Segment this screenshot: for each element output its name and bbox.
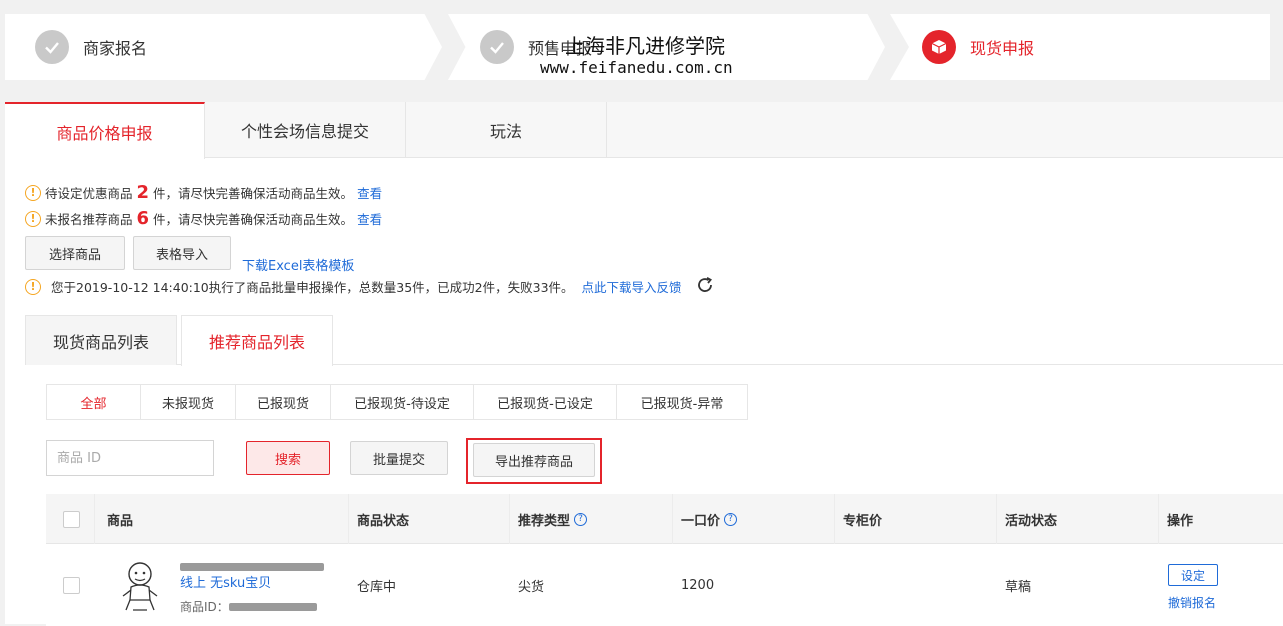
redacted-title xyxy=(180,562,324,571)
product-id-label: 商品ID： xyxy=(180,600,229,614)
tab-recommended-list[interactable]: 推荐商品列表 xyxy=(181,315,333,366)
select-all-checkbox[interactable] xyxy=(63,494,80,544)
list-tabs: 现货商品列表 推荐商品列表 xyxy=(25,315,1283,366)
search-button[interactable]: 搜索 xyxy=(246,441,330,475)
header-recommend-type: 推荐类型 ? xyxy=(518,494,588,544)
warning-icon: ! xyxy=(25,278,41,295)
check-icon xyxy=(480,30,514,64)
table-import-button[interactable]: 表格导入 xyxy=(133,236,231,270)
header-price: 一口价 ? xyxy=(681,494,738,544)
step-label: 商家报名 xyxy=(83,39,148,58)
warning-icon: ! xyxy=(25,184,41,201)
notice-text: 未报名推荐商品 xyxy=(45,212,133,227)
tab-price-declaration[interactable]: 商品价格申报 xyxy=(5,102,205,159)
refresh-icon[interactable] xyxy=(696,276,714,297)
table-row: 线上 无sku宝贝 商品ID： 仓库中 尖货 1200 草稿 设定 撤销报名 xyxy=(46,544,1283,626)
notice-text: 件，请尽快完善确保活动商品生效。 xyxy=(153,186,354,201)
view-unregistered-link[interactable]: 查看 xyxy=(357,209,382,228)
header-activity-status: 活动状态 xyxy=(1005,513,1058,529)
status-filters: 全部 未报现货 已报现货 已报现货-待设定 已报现货-已设定 已报现货-异常 xyxy=(46,384,748,420)
unregistered-count: 6 xyxy=(136,208,150,229)
header-status: 商品状态 xyxy=(357,513,410,529)
header-recommend-type-label: 推荐类型 xyxy=(518,513,571,529)
download-feedback-link[interactable]: 点此下载导入反馈 xyxy=(582,277,682,296)
header-product: 商品 xyxy=(107,513,134,529)
filter-declared[interactable]: 已报现货 xyxy=(236,385,331,419)
filter-declared-error[interactable]: 已报现货-异常 xyxy=(617,385,747,419)
pending-count: 2 xyxy=(136,182,150,203)
help-icon[interactable]: ? xyxy=(724,512,738,526)
help-icon[interactable]: ? xyxy=(574,512,588,526)
select-product-button[interactable]: 选择商品 xyxy=(25,236,125,270)
product-thumbnail[interactable] xyxy=(109,554,171,616)
box-icon xyxy=(922,30,956,64)
export-recommended-button[interactable]: 导出推荐商品 xyxy=(473,443,595,477)
product-status: 仓库中 xyxy=(357,579,397,595)
notice-text: 您于2019-10-12 14:40:10执行了商品批量申报操作，总数量35件，… xyxy=(51,280,574,295)
product-title-text: 线上 无sku宝贝 xyxy=(180,576,272,591)
table-header: 商品 商品状态 推荐类型 ? 一口价 ? 专柜价 活动状态 操作 xyxy=(46,494,1283,544)
header-counter-price: 专柜价 xyxy=(843,513,883,529)
check-icon xyxy=(35,30,69,64)
filter-not-declared[interactable]: 未报现货 xyxy=(141,385,236,419)
notice-text: 待设定优惠商品 xyxy=(45,186,133,201)
download-template-link[interactable]: 下载Excel表格模板 xyxy=(242,255,354,274)
batch-submit-button[interactable]: 批量提交 xyxy=(350,441,448,475)
row-checkbox[interactable] xyxy=(63,544,80,626)
tab-gameplay[interactable]: 玩法 xyxy=(406,102,607,158)
main-tabs: 商品价格申报 个性会场信息提交 玩法 xyxy=(5,102,1283,159)
step-merchant-signup: 商家报名 xyxy=(5,14,442,80)
notice-batch: ! 您于2019-10-12 14:40:10执行了商品批量申报操作，总数量35… xyxy=(25,276,714,297)
product-id-input[interactable] xyxy=(46,440,214,476)
view-pending-link[interactable]: 查看 xyxy=(357,183,382,202)
main-panel: 商品价格申报 个性会场信息提交 玩法 ! 待设定优惠商品 2 件，请尽快完善确保… xyxy=(5,102,1283,626)
watermark-line2: www.feifanedu.com.cn xyxy=(540,58,733,77)
activity-status: 草稿 xyxy=(1005,579,1032,595)
notice-pending: ! 待设定优惠商品 2 件，请尽快完善确保活动商品生效。 查看 xyxy=(25,182,382,203)
filter-declared-set[interactable]: 已报现货-已设定 xyxy=(474,385,617,419)
filter-all[interactable]: 全部 xyxy=(47,385,141,419)
notice-unregistered: ! 未报名推荐商品 6 件，请尽快完善确保活动商品生效。 查看 xyxy=(25,208,382,229)
set-button[interactable]: 设定 xyxy=(1168,564,1218,586)
redacted-id xyxy=(228,602,317,611)
tab-venue-info[interactable]: 个性会场信息提交 xyxy=(205,102,406,158)
notice-text: 件，请尽快完善确保活动商品生效。 xyxy=(153,212,354,227)
filter-declared-pending[interactable]: 已报现货-待设定 xyxy=(331,385,474,419)
tab-spot-list[interactable]: 现货商品列表 xyxy=(25,315,177,365)
cancel-registration-link[interactable]: 撤销报名 xyxy=(1168,594,1216,611)
product-id: 商品ID： xyxy=(180,598,317,615)
warning-icon: ! xyxy=(25,210,41,227)
product-title-link[interactable]: 线上 无sku宝贝 xyxy=(180,558,330,592)
header-action: 操作 xyxy=(1167,513,1194,529)
watermark-line1: 上海非凡进修学院 xyxy=(565,34,725,58)
recommend-type: 尖货 xyxy=(518,579,545,595)
step-label: 现货申报 xyxy=(970,39,1035,58)
step-spot-goods: 现货申报 xyxy=(890,14,1270,80)
product-price: 1200 xyxy=(681,577,715,593)
header-price-label: 一口价 xyxy=(681,513,721,529)
